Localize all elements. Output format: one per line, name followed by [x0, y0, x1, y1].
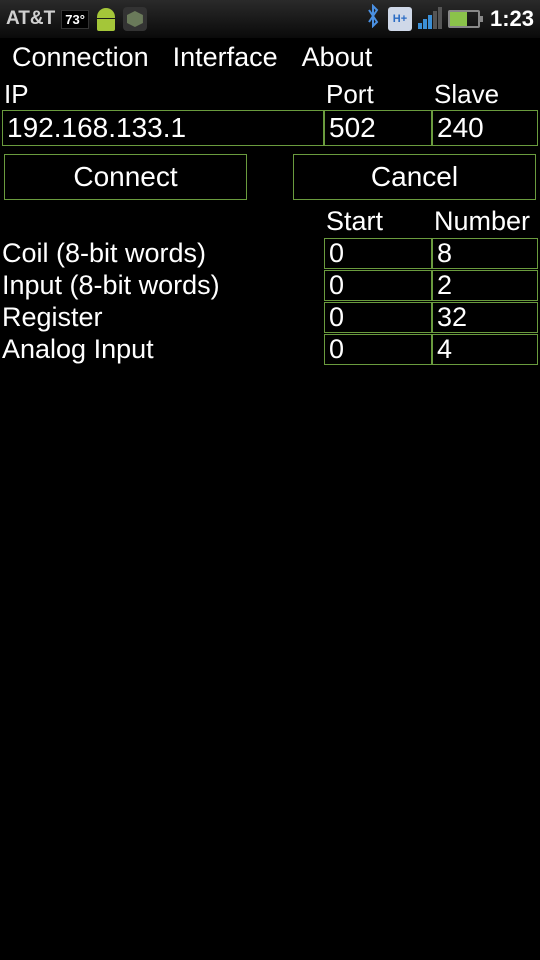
row-coil: Coil (8-bit words) 0 8	[0, 237, 540, 269]
analog-start-field[interactable]: 0	[324, 334, 432, 365]
carrier-label: AT&T	[6, 8, 55, 30]
start-header: Start	[324, 206, 432, 237]
tab-connection[interactable]: Connection	[12, 42, 149, 73]
input-number-field[interactable]: 2	[432, 270, 538, 301]
ip-field[interactable]: 192.168.133.1	[2, 110, 324, 146]
connection-fields: 192.168.133.1 502 240	[0, 110, 540, 146]
coil-label: Coil (8-bit words)	[0, 238, 324, 269]
row-analog: Analog Input 0 4	[0, 333, 540, 365]
ip-label: IP	[2, 79, 324, 110]
input-label: Input (8-bit words)	[0, 270, 324, 301]
connect-button[interactable]: Connect	[4, 154, 247, 200]
connection-labels: IP Port Slave	[0, 79, 540, 110]
tab-interface[interactable]: Interface	[173, 42, 278, 73]
battery-icon	[448, 10, 480, 28]
row-register: Register 0 32	[0, 301, 540, 333]
register-start-field[interactable]: 0	[324, 302, 432, 333]
slave-label: Slave	[432, 79, 538, 110]
analog-label: Analog Input	[0, 334, 324, 365]
bluetooth-icon	[364, 4, 382, 34]
network-type-badge: H+	[388, 7, 412, 31]
analog-number-field[interactable]: 4	[432, 334, 538, 365]
clock-label: 1:23	[490, 6, 534, 32]
shield-icon	[123, 7, 147, 31]
status-right: H+ 1:23	[364, 4, 534, 34]
cancel-button[interactable]: Cancel	[293, 154, 536, 200]
tab-about[interactable]: About	[302, 42, 373, 73]
coil-number-field[interactable]: 8	[432, 238, 538, 269]
input-start-field[interactable]: 0	[324, 270, 432, 301]
port-label: Port	[324, 79, 432, 110]
port-field[interactable]: 502	[324, 110, 432, 146]
grid-header: Start Number	[0, 206, 540, 237]
coil-start-field[interactable]: 0	[324, 238, 432, 269]
button-row: Connect Cancel	[0, 146, 540, 206]
tab-bar: Connection Interface About	[0, 38, 540, 79]
row-input: Input (8-bit words) 0 2	[0, 269, 540, 301]
status-left: AT&T 73°	[6, 6, 147, 32]
signal-icon	[418, 9, 442, 29]
android-icon	[95, 6, 117, 32]
register-label: Register	[0, 302, 324, 333]
status-bar: AT&T 73° H+ 1:23	[0, 0, 540, 38]
register-number-field[interactable]: 32	[432, 302, 538, 333]
slave-field[interactable]: 240	[432, 110, 538, 146]
temperature-badge: 73°	[61, 10, 89, 29]
grid-header-spacer	[0, 206, 324, 237]
number-header: Number	[432, 206, 538, 237]
